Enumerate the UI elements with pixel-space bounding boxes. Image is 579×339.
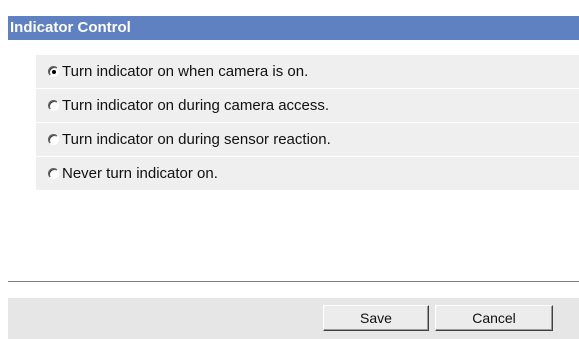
option-never[interactable]: Never turn indicator on. xyxy=(36,157,579,191)
option-camera-access[interactable]: Turn indicator on during camera access. xyxy=(36,89,579,123)
option-camera-access-label: Turn indicator on during camera access. xyxy=(62,97,330,114)
radio-sensor-reaction[interactable] xyxy=(48,134,59,145)
cancel-button[interactable]: Cancel xyxy=(435,305,553,331)
option-sensor-reaction[interactable]: Turn indicator on during sensor reaction… xyxy=(36,123,579,157)
radio-camera-access[interactable] xyxy=(48,100,59,111)
option-never-label: Never turn indicator on. xyxy=(62,165,218,182)
option-camera-on-label: Turn indicator on when camera is on. xyxy=(62,63,309,80)
save-button[interactable]: Save xyxy=(323,305,429,331)
section-title: Indicator Control xyxy=(8,16,579,40)
indicator-options-group: Turn indicator on when camera is on. Tur… xyxy=(36,55,579,191)
radio-never[interactable] xyxy=(48,168,59,179)
option-sensor-reaction-label: Turn indicator on during sensor reaction… xyxy=(62,131,331,148)
option-camera-on[interactable]: Turn indicator on when camera is on. xyxy=(36,55,579,89)
divider xyxy=(8,281,579,282)
radio-camera-on[interactable] xyxy=(48,66,59,77)
